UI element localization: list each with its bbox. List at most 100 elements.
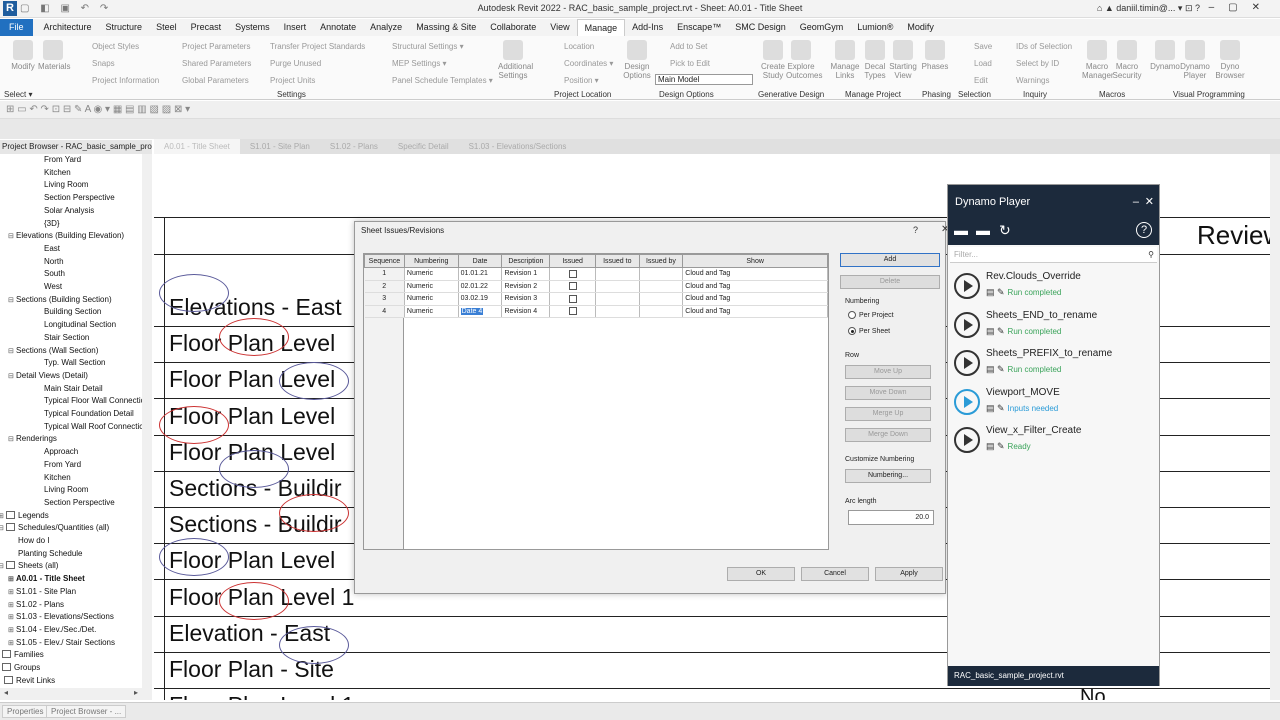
dialog-help-button[interactable]: ? [913,225,918,235]
column-header[interactable]: Numbering [403,254,459,268]
browser-item[interactable]: ⊞ S1.05 - Elev./ Stair Sections [8,637,115,649]
cell-issued-to[interactable] [595,305,640,318]
tab-structure[interactable]: Structure [99,19,150,36]
browser-item[interactable]: Stair Section [44,332,89,344]
cell-date[interactable]: 03.02.19 [458,292,503,306]
tab-view[interactable]: View [543,19,576,36]
browser-item[interactable]: Section Perspective [44,192,115,204]
refresh-icon[interactable]: ↻ [999,222,1011,239]
minimize-icon[interactable]: – [1133,185,1139,219]
cell-issued-to[interactable] [595,280,640,293]
browser-item[interactable]: ⊟Schedules/Quantities (all) [0,522,109,534]
user-account[interactable]: ⌂ ▲ daniil.timin@... ▾ ⊡ ? [1097,3,1200,14]
edit-icon[interactable]: ▤ ✎ [986,326,1005,336]
expand-toggle-icon[interactable]: ⊞ [8,625,16,637]
panel-tab[interactable]: Project Browser - ... [46,705,127,718]
browser-item[interactable]: Kitchen [44,167,71,179]
cell-seq[interactable]: 1 [364,267,405,281]
expand-toggle-icon[interactable]: ⊟ [8,434,16,446]
browser-item[interactable]: Solar Analysis [44,205,94,217]
ribbon-item-warnings[interactable]: Warnings [1016,76,1050,85]
browser-item[interactable]: North [44,256,64,268]
cell-seq[interactable]: 3 [364,292,405,306]
expand-toggle-icon[interactable]: ⊞ [8,612,16,624]
ribbon-item-object-styles[interactable]: Object Styles [92,42,139,51]
ribbon-button-design-options[interactable]: Design Options [622,40,652,80]
per-sheet-radio[interactable]: Per Sheet [848,327,890,335]
browser-item[interactable]: Living Room [44,484,88,496]
ribbon-item-pick-to-edit[interactable]: Pick to Edit [670,59,710,68]
edit-icon[interactable]: ▤ ✎ [986,441,1005,451]
browser-item[interactable]: ⊞ S1.01 - Site Plan [8,586,76,598]
per-project-radio[interactable]: Per Project [848,311,894,319]
issued-cell[interactable] [549,280,596,293]
ribbon-button-decal-types[interactable]: Decal Types [860,40,890,80]
cell-description[interactable]: Revision 1 [501,267,551,281]
column-header[interactable]: Date [457,254,503,268]
issued-checkbox[interactable] [568,269,577,278]
tab-file[interactable]: File [0,19,33,36]
browser-item[interactable]: ⊞ S1.03 - Elevations/Sections [8,611,114,623]
view-tab[interactable]: S1.01 - Site Plan [240,139,320,154]
numbering-button[interactable]: Numbering... [845,469,931,483]
tab-massing-site[interactable]: Massing & Site [409,19,483,36]
cell-issued-by[interactable] [639,292,684,306]
dynamo-script-item[interactable]: Sheets_PREFIX_to_rename ▤ ✎ Run completed [948,344,1159,382]
cell-numbering[interactable]: Numeric [404,280,459,293]
play-icon[interactable] [954,311,980,338]
ribbon-item-load[interactable]: Load [974,59,992,68]
ribbon-button-dynamo-player[interactable]: Dynamo Player [1180,40,1210,80]
column-header[interactable]: Issued [549,254,596,268]
issued-checkbox[interactable] [568,307,577,316]
browser-item[interactable]: Main Stair Detail [44,383,103,395]
tab-insert[interactable]: Insert [277,19,314,36]
browser-item[interactable]: ⊞ S1.02 - Plans [8,599,64,611]
expand-toggle-icon[interactable]: ⊟ [8,231,16,243]
view-tab[interactable]: A0.01 - Title Sheet [154,139,240,154]
cell-date[interactable]: 01.01.21 [458,267,503,281]
column-header[interactable]: Issued to [594,254,640,268]
cell-description[interactable]: Revision 4 [501,305,551,318]
browser-item[interactable]: ⊞ A0.01 - Title Sheet [8,573,85,585]
ribbon-button-materials[interactable]: Materials [38,40,70,71]
tab-steel[interactable]: Steel [149,19,184,36]
cell-numbering[interactable]: Numeric [404,292,459,306]
browser-item[interactable]: East [44,243,60,255]
project-browser-scrollbar[interactable] [142,154,152,688]
ribbon-button-dynamo[interactable]: Dynamo [1150,40,1180,71]
ribbon-button-manage-links[interactable]: Manage Links [830,40,860,80]
ribbon-item-coordinates-[interactable]: Coordinates ▾ [564,59,613,68]
browser-item[interactable]: How do I [18,535,50,547]
tab-add-ins[interactable]: Add-Ins [625,19,670,36]
select-dropdown[interactable]: Select ▾ [4,90,32,99]
browser-item[interactable]: ⊟ Sections (Wall Section) [8,345,98,357]
ribbon-item-project-parameters[interactable]: Project Parameters [182,42,250,51]
toolbar-icons-left[interactable]: ⊞ ▭ ↶ ↷ ⊡ ⊟ ✎ A ◉ ▾ ▦ ▤ ▥ ▧ ▨ ⊠ ▾ [6,104,190,115]
cell-numbering[interactable]: Numeric [404,267,459,281]
cell-description[interactable]: Revision 3 [501,292,551,306]
cell-issued-to[interactable] [595,292,640,306]
expand-toggle-icon[interactable]: ⊞ [8,600,16,612]
cell-numbering[interactable]: Numeric [404,305,459,318]
cell-show[interactable]: Cloud and Tag [682,305,828,318]
expand-toggle-icon[interactable]: ⊟ [8,371,16,383]
filter-input[interactable]: Filter... ⚲ [950,247,1157,263]
ribbon-button-starting-view[interactable]: Starting View [888,40,918,80]
issued-checkbox[interactable] [568,282,577,291]
dynamo-script-item[interactable]: Sheets_END_to_rename ▤ ✎ Run completed [948,306,1159,344]
browser-item[interactable]: ⊟Sheets (all) [0,560,58,572]
dynamo-script-item[interactable]: Rev.Clouds_Override ▤ ✎ Run completed [948,267,1159,305]
tab-enscape-[interactable]: Enscape™ [670,19,728,36]
merge-up-button[interactable]: Merge Up [845,407,931,421]
expand-toggle-icon[interactable]: ⊞ [8,587,16,599]
play-icon[interactable] [954,427,980,453]
delete-button[interactable]: Delete [840,275,940,289]
ribbon-item-purge-unused[interactable]: Purge Unused [270,59,321,68]
cell-show[interactable]: Cloud and Tag [682,280,828,293]
revision-row[interactable]: 4 Numeric Date 4 Revision 4 Cloud and Tag [364,305,828,318]
browser-item[interactable]: Planting Schedule [18,548,83,560]
issued-cell[interactable] [549,267,596,281]
browser-item[interactable]: Typical Floor Wall Connectic [44,395,145,407]
tab-modify[interactable]: Modify [900,19,941,36]
panel-tab[interactable]: Properties [2,705,49,718]
